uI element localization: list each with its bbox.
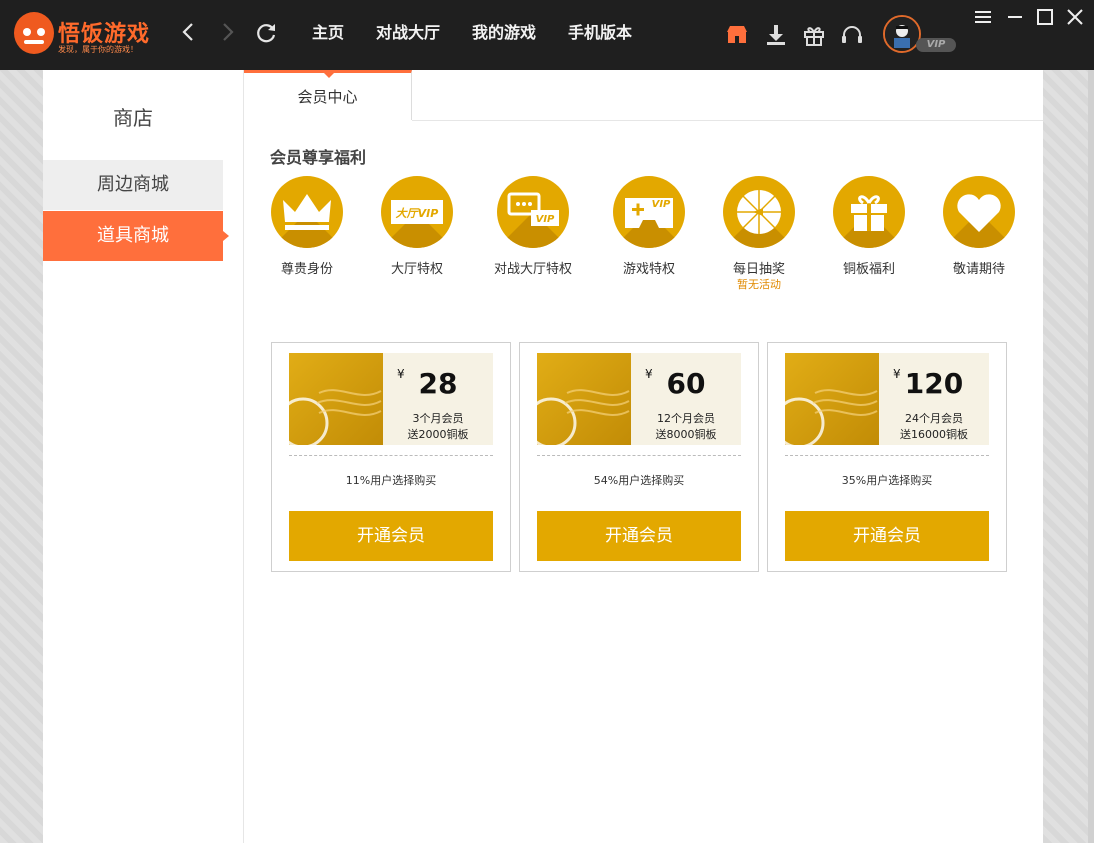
active-indicator <box>223 231 229 241</box>
price-tag: ¥ 120 24个月会员 送16000铜板 <box>879 353 989 445</box>
nav-home[interactable]: 主页 <box>312 19 344 43</box>
heart-icon <box>957 194 1001 232</box>
download-button[interactable] <box>763 22 789 48</box>
support-button[interactable] <box>839 22 865 48</box>
user-avatar[interactable] <box>883 15 921 53</box>
app-logo[interactable]: 悟饭游戏 发现，属于你的游戏！ <box>14 10 164 60</box>
menu-button[interactable] <box>972 6 994 28</box>
gift-outline-icon <box>804 27 824 46</box>
benefit-item[interactable]: VIP 对战大厅特权 <box>473 176 593 296</box>
close-icon <box>1067 9 1083 25</box>
svg-text:VIP: VIP <box>652 199 671 210</box>
benefit-item[interactable]: 铜板福利 <box>809 176 929 296</box>
benefit-item[interactable]: 每日抽奖 暂无活动 <box>699 176 819 296</box>
logo-badge-icon <box>14 12 54 54</box>
plan-popularity: 11%用户选择购买 <box>345 474 437 487</box>
benefit-label: 敬请期待 <box>952 262 1005 277</box>
membership-plan-card: ¥ 28 3个月会员 送2000铜板 11%用户选择购买 开通会员 <box>271 342 511 572</box>
benefit-label: 每日抽奖 <box>732 262 785 277</box>
window-edge <box>1088 70 1094 843</box>
benefit-item[interactable]: 尊贵身份 <box>247 176 367 296</box>
forward-button[interactable] <box>214 18 242 46</box>
plan-duration: 24个月会员 <box>905 412 963 425</box>
stamp-image <box>289 353 383 445</box>
svg-text:大厅VIP: 大厅VIP <box>396 207 439 220</box>
sidebar-item-item-store[interactable]: 道具商城 <box>43 211 223 261</box>
benefit-label: 对战大厅特权 <box>493 262 572 277</box>
store-icon <box>727 26 747 43</box>
membership-plan-card: ¥ 60 12个月会员 送8000铜板 54%用户选择购买 开通会员 <box>519 342 759 572</box>
benefit-label: 铜板福利 <box>842 262 895 277</box>
benefit-label: 尊贵身份 <box>280 262 333 277</box>
plan-popularity: 54%用户选择购买 <box>593 474 685 487</box>
app-slogan: 发现，属于你的游戏！ <box>58 45 138 54</box>
hamburger-icon <box>975 11 991 23</box>
open-membership-button[interactable]: 开通会员 <box>537 511 741 561</box>
hall-vip-icon: 大厅VIP <box>391 200 443 224</box>
plan-bonus: 送2000铜板 <box>407 428 469 441</box>
title-bar: 悟饭游戏 发现，属于你的游戏！ 主页 对战大厅 我的游戏 手机版本 VIP <box>0 0 1094 70</box>
download-icon <box>767 25 785 45</box>
benefits-title: 会员尊享福利 <box>270 148 367 167</box>
dashed-divider <box>785 455 989 456</box>
crown-icon <box>283 194 331 230</box>
plan-bonus: 送16000铜板 <box>900 428 968 441</box>
minimize-button[interactable] <box>1004 6 1026 28</box>
price-tag: ¥ 28 3个月会员 送2000铜板 <box>383 353 493 445</box>
maximize-icon <box>1037 9 1053 25</box>
dashed-divider <box>289 455 493 456</box>
back-button[interactable] <box>174 18 202 46</box>
membership-plan-card: ¥ 120 24个月会员 送16000铜板 35%用户选择购买 开通会员 <box>767 342 1007 572</box>
stamp-image <box>537 353 631 445</box>
nav-my-games[interactable]: 我的游戏 <box>472 19 536 43</box>
plan-popularity: 35%用户选择购买 <box>841 474 933 487</box>
price-tag: ¥ 60 12个月会员 送8000铜板 <box>631 353 741 445</box>
tab-divider <box>412 120 1043 121</box>
vip-badge: VIP <box>916 38 956 52</box>
gift-button[interactable] <box>801 22 827 48</box>
lottery-wheel-icon <box>737 190 781 234</box>
plan-duration: 12个月会员 <box>657 412 715 425</box>
benefit-status: 暂无活动 <box>737 278 781 291</box>
nav-mobile-version[interactable]: 手机版本 <box>568 19 632 43</box>
headset-icon <box>842 26 862 43</box>
chat-vip-icon: VIP <box>507 192 559 226</box>
shop-sidebar: 商店 周边商城 道具商城 <box>43 70 244 843</box>
refresh-icon <box>257 24 276 43</box>
main-content: 会员中心 会员尊享福利 尊贵身份 大厅VIP 大厅特权 VIP 对战大厅特权 V… <box>244 70 1043 843</box>
stamp-image <box>785 353 879 445</box>
sidebar-item-merch-store[interactable]: 周边商城 <box>43 160 223 210</box>
benefit-item[interactable]: 大厅VIP 大厅特权 <box>357 176 477 296</box>
dashed-divider <box>537 455 741 456</box>
gamepad-vip-icon: VIP <box>625 198 673 228</box>
svg-text:VIP: VIP <box>536 214 555 225</box>
chevron-right-icon <box>223 23 234 41</box>
refresh-button[interactable] <box>252 18 280 46</box>
open-membership-button[interactable]: 开通会员 <box>289 511 493 561</box>
plan-price: 60 <box>666 367 706 400</box>
plan-price: 28 <box>418 367 458 400</box>
open-membership-button[interactable]: 开通会员 <box>785 511 989 561</box>
plan-price: 120 <box>904 367 964 400</box>
plan-duration: 3个月会员 <box>412 412 464 425</box>
benefit-label: 游戏特权 <box>622 262 675 277</box>
plan-bonus: 送8000铜板 <box>655 428 717 441</box>
sidebar-title: 商店 <box>113 106 153 130</box>
benefit-item[interactable]: 敬请期待 <box>919 176 1039 296</box>
store-button[interactable] <box>724 22 750 48</box>
maximize-button[interactable] <box>1034 6 1056 28</box>
tab-active-caret <box>324 73 334 78</box>
minimize-icon <box>1008 16 1022 18</box>
gift-icon <box>851 195 887 231</box>
close-button[interactable] <box>1064 6 1086 28</box>
chevron-left-icon <box>182 23 193 41</box>
nav-battle-hall[interactable]: 对战大厅 <box>376 19 440 43</box>
benefit-item[interactable]: VIP 游戏特权 <box>589 176 709 296</box>
benefit-label: 大厅特权 <box>390 262 443 277</box>
